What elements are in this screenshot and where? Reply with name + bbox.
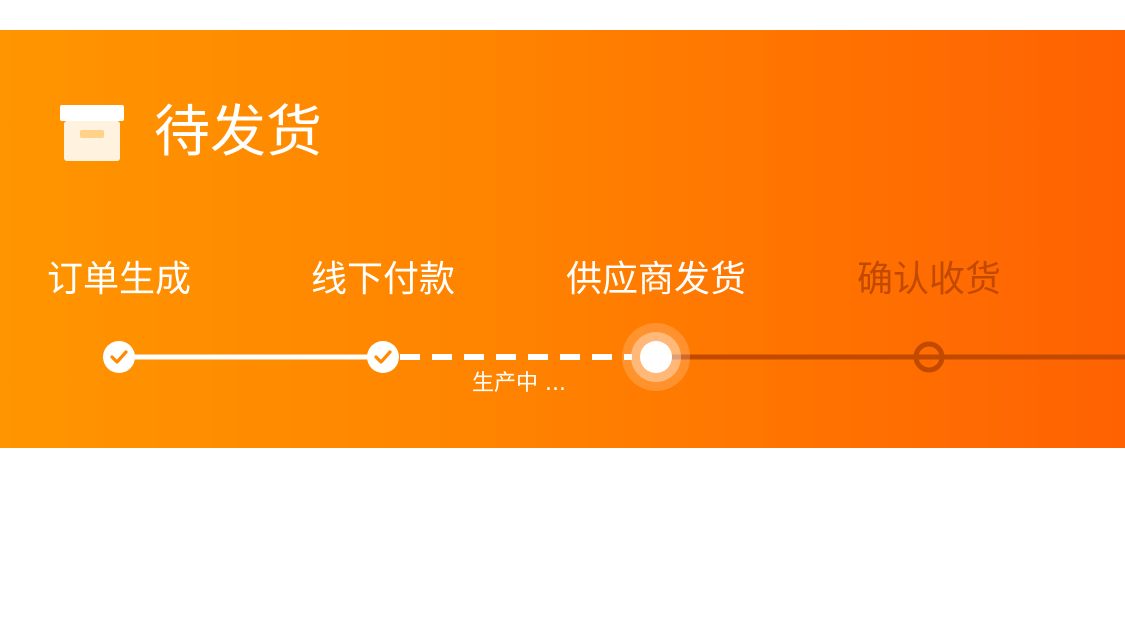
step-node-current-icon [622,323,690,391]
order-status-banner: 待发货 订单生成 线下付款 供应商发货 确认收货 生产中 ... [0,30,1125,448]
step-node-done-check-icon [103,341,135,373]
step-node-done-check-icon [367,341,399,373]
sub-status-text: 生产中 ... [472,371,566,396]
